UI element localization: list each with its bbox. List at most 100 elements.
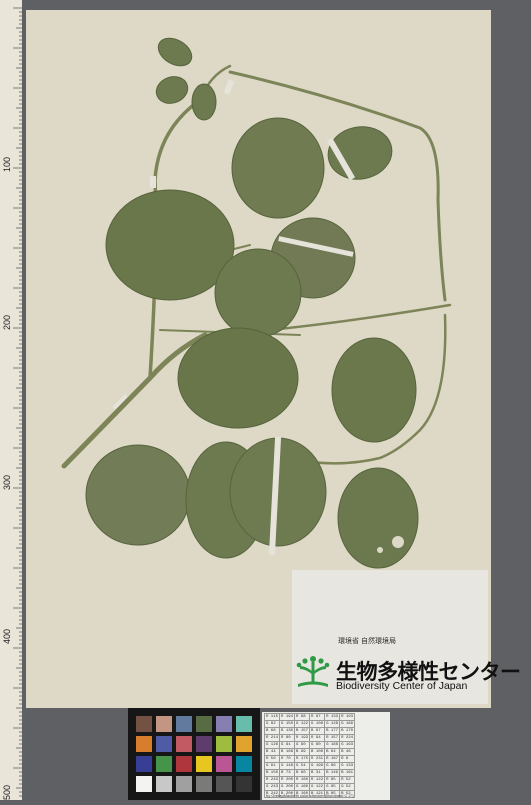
color-value-cell: R 85 [324,776,341,784]
color-swatch [176,756,192,772]
color-values-row: B 44 B 166 B 99 B 108 B 64 B 46 [263,748,356,756]
color-value-cell: B 60 [294,769,311,777]
color-value-cell: G 133 [339,762,356,770]
color-value-cell: R 243 [263,776,281,784]
color-value-cell: B 177 [324,727,341,735]
color-values-row: B 150 B 73 B 60 B 31 B 149 B 161 [263,769,356,777]
color-values-row: R 214 R 80 R 193 R 94 R 157 R 224 [263,734,356,742]
color-value-cell: R 200 [279,776,296,784]
color-value-cell: G 163 [339,741,356,749]
leaf-large [105,189,235,301]
ministry-text: 環境省 自然環境局 [338,638,396,645]
color-swatch [156,736,172,752]
color-checker-chart [128,708,260,800]
leaf-hole [392,536,404,548]
color-value-cell: R 160 [294,776,311,784]
color-value-cell: G 189 [339,720,356,728]
leaf-large [337,467,419,569]
color-swatch [136,716,152,732]
color-swatch [156,756,172,772]
color-value-cell: B 73 [279,769,296,777]
color-value-cell: B 166 [279,748,296,756]
color-value-cell: B 68 [263,727,281,735]
color-value-cell: B 157 [294,727,311,735]
color-swatch [176,716,192,732]
leaf-large [331,337,417,443]
color-swatch [176,736,192,752]
color-swatch [216,756,232,772]
color-swatch [176,776,192,792]
color-value-cell: G 122 [309,783,326,791]
color-value-cell: R 70 [279,755,296,763]
tape-strip [150,176,156,188]
leaf-small [157,37,193,67]
color-swatch [156,776,172,792]
color-value-cell: G 60 [309,741,326,749]
color-value-cell: G 200 [279,783,296,791]
color-value-cell: G 91 [279,741,296,749]
color-value-cell: B 67 [309,727,326,735]
color-value-cell: B 99 [294,748,311,756]
color-value-cell: G 86 [324,762,341,770]
color-value-cell: B 149 [324,769,341,777]
color-value-cell: G 160 [294,783,311,791]
color-swatch [236,716,252,732]
color-values-row: B 68 B 130 B 157 B 67 B 177 B 170 [263,727,356,735]
color-value-cell: R 98 [294,713,311,721]
color-value-cell: G 108 [309,720,326,728]
color-values-table: R 115 R 194 R 98 R 87 R 133 R 103 G 82 G 150 G 1… [263,713,356,798]
color-value-cell: R 94 [309,734,326,742]
color-value-cell: B 31 [309,769,326,777]
color-swatch [136,756,152,772]
color-value-cell: R 193 [294,734,311,742]
color-value-cell: B 150 [263,769,281,777]
color-swatch [216,776,232,792]
color-swatch [236,756,252,772]
color-value-cell: G 150 [279,720,296,728]
color-value-cell: G 82 [263,720,281,728]
color-values-row: G 61 G 148 G 54 G 199 G 86 G 133 [263,762,356,770]
color-value-cell: R 8 [339,755,356,763]
color-value-cell: R 133 [324,713,341,721]
leaf-small [155,76,189,104]
color-swatch [156,716,172,732]
color-value-cell: R 231 [309,755,326,763]
color-swatch [236,776,252,792]
color-value-cell: G 52 [339,783,356,791]
color-value-cell: B 44 [263,748,281,756]
leaf-large [177,327,299,429]
color-values-row: R 115 R 194 R 98 R 87 R 133 R 103 [263,713,356,721]
color-swatch [196,716,212,732]
color-swatch [216,716,232,732]
color-value-cell: R 224 [339,734,356,742]
color-value-cell: G 199 [309,762,326,770]
color-values-row: G 126 G 91 G 90 G 60 G 188 G 163 [263,741,356,749]
color-swatch-grid [136,716,252,792]
center-name-en: Biodiversity Center of Japan [336,680,468,692]
color-value-cell: R 187 [324,755,341,763]
leaf-large [231,117,325,219]
color-value-cell: B 64 [324,748,341,756]
color-value-cell: G 54 [294,762,311,770]
color-value-cell: G 90 [294,741,311,749]
tape-strip [223,79,235,95]
color-value-cell: B 130 [279,727,296,735]
color-value-cell: B 161 [339,769,356,777]
color-values-row: G 243 G 200 G 160 G 122 G 85 G 52 [263,783,356,791]
color-value-cell: G 148 [279,762,296,770]
color-swatch [136,776,152,792]
color-values-row: G 82 G 150 G 122 G 108 G 128 G 189 [263,720,356,728]
color-value-cell: G 126 [263,741,281,749]
color-swatch [196,736,212,752]
leaves [85,37,419,569]
color-value-cell: R 175 [294,755,311,763]
color-value-cell: G 128 [324,720,341,728]
color-value-cell: B 46 [339,748,356,756]
color-value-cell: R 52 [339,776,356,784]
color-value-cell: G 243 [263,783,281,791]
color-value-cell: R 80 [279,734,296,742]
color-value-cell: R 103 [339,713,356,721]
color-swatch [216,736,232,752]
color-swatch [236,736,252,752]
ruler-label: 500 [2,785,12,800]
